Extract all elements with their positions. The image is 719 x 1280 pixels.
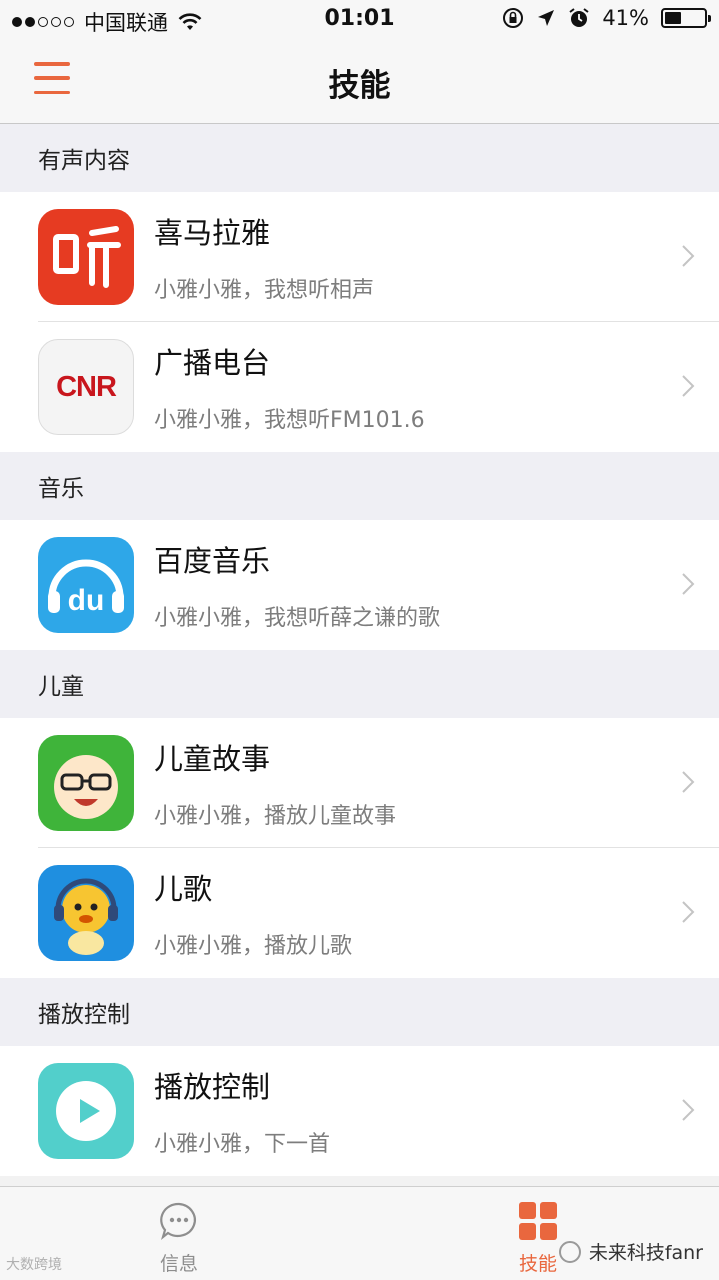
status-bar: 中国联通 01:01 41% — [0, 0, 719, 40]
tab-label: 信息 — [159, 1253, 198, 1275]
skill-item-kids-song[interactable]: 儿歌 小雅小雅，播放儿歌 — [0, 848, 719, 978]
kids-song-icon — [38, 865, 134, 961]
chevron-right-icon — [682, 375, 695, 397]
skill-example: 小雅小雅，播放儿童故事 — [154, 804, 397, 829]
skill-example: 小雅小雅，我想听相声 — [154, 278, 375, 303]
watermark-left: 大数跨境 — [6, 1254, 62, 1274]
tab-messages[interactable]: 信息 — [119, 1187, 239, 1280]
battery-percent: 41% — [602, 6, 649, 30]
wechat-icon — [558, 1240, 581, 1263]
alarm-icon — [569, 8, 589, 27]
skill-example: 小雅小雅，我想听FM101.6 — [154, 408, 425, 433]
skill-example: 小雅小雅，下一首 — [154, 1132, 331, 1157]
skill-item-baidu-music[interactable]: du 百度音乐 小雅小雅，我想听薛之谦的歌 — [0, 520, 719, 650]
kids-story-icon — [38, 735, 134, 831]
cnr-icon: CNR — [38, 339, 134, 435]
watermark-right: 未来科技fanr — [558, 1238, 703, 1265]
skill-title: 喜马拉雅 — [154, 216, 271, 250]
skill-title: 播放控制 — [154, 1070, 271, 1104]
section-header-playback: 播放控制 — [0, 978, 719, 1046]
skill-item-kids-story[interactable]: 儿童故事 小雅小雅，播放儿童故事 — [0, 718, 719, 848]
skill-example: 小雅小雅，我想听薛之谦的歌 — [154, 606, 441, 631]
baidu-music-icon: du — [38, 537, 134, 633]
skill-item-radio[interactable]: CNR 广播电台 小雅小雅，我想听FM101.6 — [0, 322, 719, 452]
play-control-icon — [38, 1063, 134, 1159]
chevron-right-icon — [682, 771, 695, 793]
skill-title: 儿童故事 — [154, 742, 271, 776]
skill-title: 儿歌 — [154, 872, 213, 906]
skill-item-play-control[interactable]: 播放控制 小雅小雅，下一首 — [0, 1046, 719, 1176]
skill-title: 百度音乐 — [154, 544, 271, 578]
section-music: du 百度音乐 小雅小雅，我想听薛之谦的歌 — [0, 520, 719, 650]
ximalaya-icon — [38, 209, 134, 305]
section-audio: 喜马拉雅 小雅小雅，我想听相声 CNR 广播电台 小雅小雅，我想听FM101.6 — [0, 192, 719, 452]
chevron-right-icon — [682, 573, 695, 595]
tab-bar: 信息 技能 — [0, 1186, 719, 1280]
section-header-kids: 儿童 — [0, 650, 719, 718]
section-header-audio: 有声内容 — [0, 124, 719, 192]
section-kids: 儿童故事 小雅小雅，播放儿童故事 儿歌 小雅小雅，播放儿歌 — [0, 718, 719, 978]
skill-example: 小雅小雅，播放儿歌 — [154, 934, 353, 959]
chevron-right-icon — [682, 1099, 695, 1121]
section-header-music: 音乐 — [0, 452, 719, 520]
grid-icon — [519, 1202, 557, 1240]
rotation-lock-icon — [503, 8, 524, 28]
svg-text:du: du — [68, 584, 105, 617]
battery-icon — [661, 8, 711, 28]
navigation-bar: 技能 — [0, 40, 719, 124]
chevron-right-icon — [682, 901, 695, 923]
section-playback: 播放控制 小雅小雅，下一首 — [0, 1046, 719, 1176]
skill-title: 广播电台 — [154, 346, 271, 380]
tab-skills[interactable]: 技能 — [478, 1187, 598, 1280]
skill-item-ximalaya[interactable]: 喜马拉雅 小雅小雅，我想听相声 — [0, 192, 719, 322]
chevron-right-icon — [682, 245, 695, 267]
watermark-left-text: 大数跨境 — [6, 1257, 62, 1273]
page-title: 技能 — [328, 68, 391, 104]
skills-list: 有声内容 喜马拉雅 小雅小雅，我想听相声 CNR 广播电台 小雅小雅，我想听FM… — [0, 124, 719, 1186]
cnr-logo-text: CNR — [56, 370, 117, 403]
watermark-right-text: 未来科技fanr — [588, 1242, 703, 1264]
status-right: 41% — [502, 6, 711, 30]
location-icon — [538, 10, 555, 26]
chat-bubble-icon — [160, 1202, 196, 1241]
